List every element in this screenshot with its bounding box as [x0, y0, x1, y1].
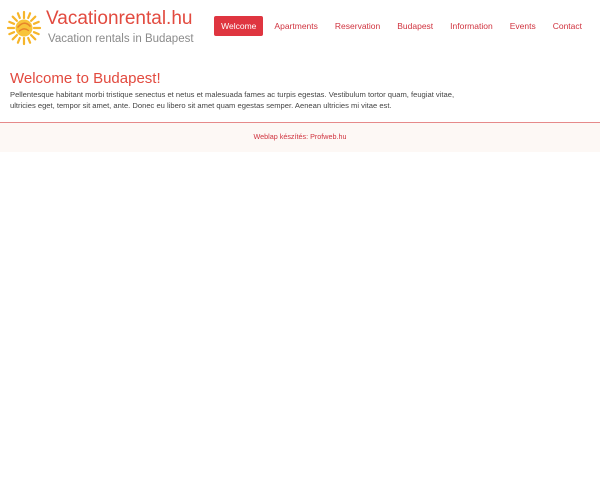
intro-paragraph: Pellentesque habitant morbi tristique se…: [10, 90, 455, 110]
site-footer: Weblap készítés: Profweb.hu: [0, 122, 600, 152]
nav-item-budapest[interactable]: Budapest: [389, 16, 441, 36]
brand[interactable]: Vacationrental.hu Vacation rentals in Bu…: [46, 8, 194, 47]
main-content: Welcome to Budapest! Pellentesque habita…: [10, 70, 480, 111]
main-nav: Welcome Apartments Reservation Budapest …: [213, 16, 590, 36]
site-tagline: Vacation rentals in Budapest: [48, 33, 194, 45]
nav-item-events[interactable]: Events: [502, 16, 544, 36]
nav-item-information[interactable]: Information: [442, 16, 501, 36]
nav-item-apartments[interactable]: Apartments: [266, 16, 325, 36]
site-title[interactable]: Vacationrental.hu: [46, 8, 194, 30]
nav-item-reservation[interactable]: Reservation: [327, 16, 388, 36]
site-header: Vacationrental.hu Vacation rentals in Bu…: [0, 0, 600, 56]
footer-credit-link[interactable]: Weblap készítés: Profweb.hu: [254, 132, 347, 141]
nav-item-contact[interactable]: Contact: [545, 16, 590, 36]
page-title: Welcome to Budapest!: [10, 70, 161, 87]
nav-item-welcome[interactable]: Welcome: [214, 16, 264, 36]
sun-icon[interactable]: [6, 10, 42, 46]
